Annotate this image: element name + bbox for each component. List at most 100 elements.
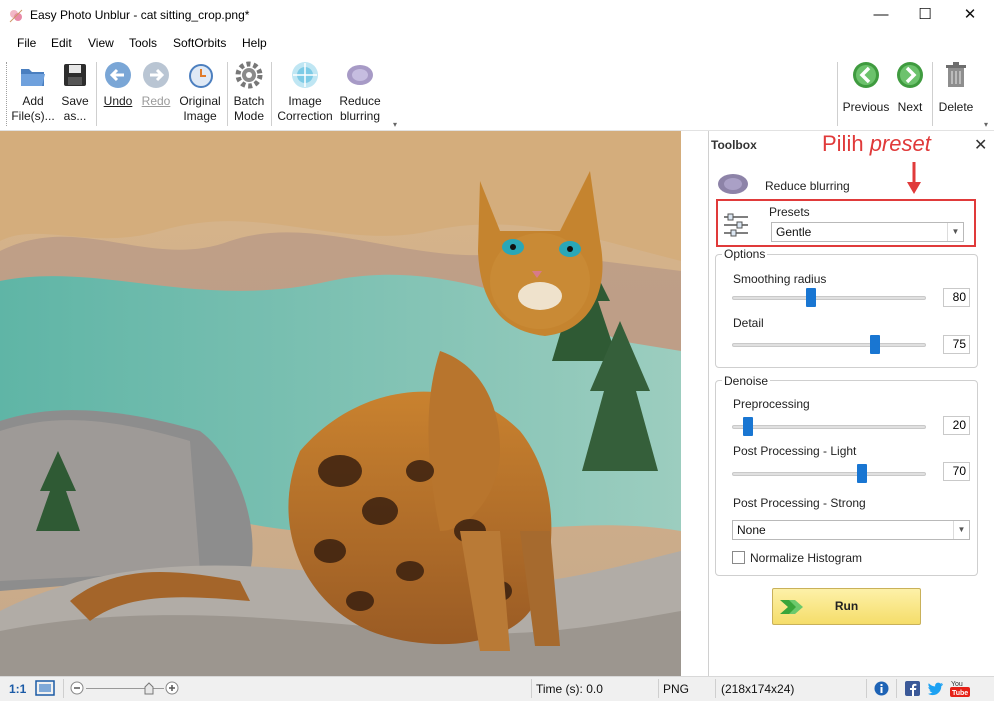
image-correction-icon (292, 62, 318, 88)
post-light-slider-thumb[interactable] (857, 464, 868, 483)
toolbar-grip[interactable] (6, 62, 9, 126)
format-status: PNG (663, 682, 690, 696)
post-strong-label: Post Processing - Strong (733, 496, 866, 510)
zoom-in-icon[interactable] (165, 681, 179, 698)
smoothing-slider-thumb[interactable] (805, 288, 816, 307)
toolbar-overflow-icon[interactable]: ▾ (984, 120, 988, 129)
options-title: Options (722, 247, 768, 261)
window-title: Easy Photo Unblur - cat sitting_crop.png… (30, 8, 250, 22)
minimize-button[interactable]: — (858, 0, 904, 31)
preprocessing-slider-track[interactable] (732, 425, 926, 429)
original-image-button[interactable]: Original Image (177, 60, 223, 128)
detail-label: Detail (733, 316, 764, 330)
reduce-blurring-button[interactable]: Reduce blurring (336, 60, 384, 128)
status-separator (896, 679, 897, 698)
maximize-button[interactable]: ☐ (902, 0, 948, 31)
app-logo-icon (8, 8, 24, 24)
run-label[interactable]: Run (772, 588, 921, 625)
save-as-label-2: as... (63, 109, 87, 123)
menu-view[interactable]: View (88, 36, 114, 50)
status-separator (866, 679, 867, 698)
image-correction-label-2: Correction (277, 109, 333, 123)
save-disk-icon (64, 64, 86, 86)
annotation-prefix: Pilih (822, 131, 870, 156)
chevron-down-icon[interactable]: ▼ (947, 223, 963, 241)
delete-button[interactable]: Delete (936, 60, 976, 128)
toolbox-close-icon[interactable]: ✕ (974, 135, 987, 155)
sliders-icon (722, 211, 750, 242)
smoothing-value-field[interactable]: 80 (943, 288, 970, 307)
next-label: Next (897, 100, 923, 114)
next-arrow-icon (897, 62, 923, 88)
detail-slider-track[interactable] (732, 343, 926, 347)
toolbar-separator (227, 62, 228, 126)
gear-icon (235, 61, 263, 89)
status-separator (715, 679, 716, 698)
toolbox-title: Toolbox (711, 138, 757, 152)
menu-edit[interactable]: Edit (51, 36, 72, 50)
close-button[interactable]: ✕ (947, 0, 993, 31)
detail-slider-thumb[interactable] (870, 335, 880, 354)
previous-label: Previous (842, 100, 890, 114)
image-correction-button[interactable]: Image Correction (276, 60, 334, 128)
toolbar-separator (837, 62, 838, 126)
post-strong-value: None (737, 523, 766, 537)
redo-arrow-icon (143, 62, 169, 88)
menu-softorbits[interactable]: SoftOrbits (173, 36, 226, 50)
save-as-label-1: Save (61, 94, 89, 108)
time-status: Time (s): 0.0 (536, 682, 603, 696)
fit-screen-icon[interactable] (35, 680, 55, 699)
batch-mode-label-1: Batch (233, 94, 265, 108)
chevron-down-icon[interactable]: ▼ (953, 521, 969, 539)
post-light-value-field[interactable]: 70 (943, 462, 970, 481)
original-image-label-2: Image (183, 109, 217, 123)
batch-mode-button[interactable]: Batch Mode (231, 60, 267, 128)
app-window: Easy Photo Unblur - cat sitting_crop.png… (0, 0, 994, 701)
previous-button[interactable]: Previous (842, 60, 890, 128)
reduce-blurring-label-1: Reduce (339, 94, 381, 108)
menu-tools[interactable]: Tools (129, 36, 157, 50)
normalize-checkbox[interactable] (732, 551, 745, 564)
add-files-label-1: Add (22, 94, 44, 108)
cat-photo-image (0, 131, 681, 676)
zoom-ratio-button[interactable]: 1:1 (9, 682, 26, 696)
post-light-slider-track[interactable] (732, 472, 926, 476)
normalize-label: Normalize Histogram (750, 551, 863, 565)
zoom-slider-thumb[interactable] (144, 682, 154, 698)
save-as-button[interactable]: Save as... (58, 60, 92, 128)
info-icon[interactable] (874, 681, 889, 699)
presets-dropdown[interactable]: Gentle (771, 222, 964, 242)
facebook-icon[interactable] (905, 681, 920, 699)
twitter-icon[interactable] (928, 681, 944, 699)
preprocessing-slider-thumb[interactable] (743, 417, 754, 436)
batch-mode-label-2: Mode (233, 109, 265, 123)
status-separator (63, 679, 64, 698)
zoom-out-icon[interactable] (70, 681, 84, 698)
redo-label: Redo (141, 94, 171, 108)
add-files-label-2: File(s)... (11, 109, 55, 123)
menu-file[interactable]: File (17, 36, 36, 50)
toolbar-overflow-icon[interactable]: ▾ (393, 120, 397, 129)
redo-button[interactable]: Redo (139, 60, 173, 128)
reduce-blurring-icon (347, 65, 373, 85)
cat-photo[interactable] (0, 131, 681, 676)
next-button[interactable]: Next (893, 60, 927, 128)
preprocessing-value-field[interactable]: 20 (943, 416, 970, 435)
toolbar-separator (96, 62, 97, 126)
svg-text:You: You (951, 681, 963, 688)
add-files-button[interactable]: Add File(s)... (10, 60, 56, 128)
youtube-icon[interactable]: You Tube (950, 679, 970, 701)
presets-value: Gentle (776, 225, 812, 239)
status-separator (658, 679, 659, 698)
detail-value-field[interactable]: 75 (943, 335, 970, 354)
undo-arrow-icon (105, 62, 131, 88)
menu-help[interactable]: Help (242, 36, 267, 50)
undo-button[interactable]: Undo (101, 60, 135, 128)
original-image-label-1: Original (179, 94, 221, 108)
image-correction-label-1: Image (288, 94, 322, 108)
undo-label: Undo (103, 94, 133, 108)
reduce-blurring-tool-icon (717, 172, 749, 199)
presets-label: Presets (769, 205, 810, 219)
post-strong-dropdown[interactable]: None (732, 520, 970, 540)
smoothing-slider-track[interactable] (732, 296, 926, 300)
